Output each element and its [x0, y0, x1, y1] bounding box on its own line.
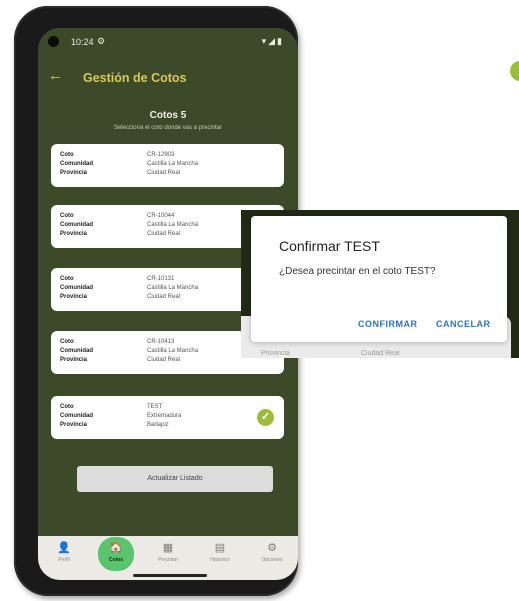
person-icon: 👤 — [57, 542, 71, 554]
comunidad-value: Castilla La Mancha — [147, 222, 199, 228]
nav-item-opciones[interactable]: ⚙ Opciones — [252, 536, 292, 563]
settings-notification-icon: ⚙ — [97, 36, 106, 46]
provincia-value: Ciudad Real — [147, 294, 181, 300]
comunidad-label: Comunidad — [60, 285, 93, 291]
history-icon: ▤ — [214, 542, 226, 554]
comunidad-value: Castilla La Mancha — [147, 161, 199, 167]
nav-item-perfil[interactable]: 👤 Perfil — [44, 536, 84, 563]
confirm-button[interactable]: CONFIRMAR — [358, 319, 418, 329]
nav-item-historico[interactable]: ▤ Historico — [200, 536, 240, 563]
dialog-overlay: Provincia Ciudad Real Confirmar TEST ¿De… — [241, 210, 519, 358]
coto-card-selected[interactable]: Coto TEST Comunidad Extremadura Provincia B… — [51, 396, 284, 439]
provincia-label: Provincia — [60, 170, 88, 176]
nav-label: Opciones — [261, 557, 283, 563]
nav-label: Cotos — [108, 557, 124, 563]
coto-value: CR-10044 — [147, 213, 175, 219]
provincia-label: Provincia — [60, 294, 88, 300]
gear-icon: ⚙ — [267, 542, 277, 554]
provincia-label: Provincia — [60, 231, 88, 237]
provincia-value: Ciudad Real — [147, 357, 181, 363]
coto-value: CR-10131 — [147, 276, 175, 282]
status-time: 10:24 — [71, 37, 94, 47]
app-title: Gestión de Cotos — [83, 71, 187, 85]
decorative-dot — [510, 61, 519, 81]
comunidad-value: Castilla La Mancha — [147, 348, 199, 354]
coto-label: Coto — [60, 213, 74, 219]
provincia-value: Ciudad Real — [147, 231, 181, 237]
confirm-dialog: Confirmar TEST ¿Desea precintar en el co… — [251, 216, 507, 342]
background-value: Ciudad Real — [361, 350, 400, 357]
comunidad-label: Comunidad — [60, 348, 93, 354]
app-bar: ← Gestión de Cotos — [38, 62, 298, 90]
provincia-value: Badajoz — [147, 422, 169, 428]
coto-label: Coto — [60, 404, 74, 410]
system-status-icons: ▾◢▮ — [261, 36, 284, 46]
section-subtitle: Selecciona el coto donde vas a precintar — [113, 125, 223, 131]
check-icon: ✓ — [257, 409, 274, 426]
home-indicator[interactable] — [133, 574, 207, 577]
dialog-title: Confirmar TEST — [279, 238, 380, 254]
nav-item-precintar[interactable]: ▦ Precintar — [148, 536, 188, 563]
back-arrow-icon[interactable]: ← — [48, 67, 63, 84]
coto-value: TEST — [147, 404, 163, 410]
comunidad-value: Extremadura — [147, 413, 182, 419]
section-title: Cotos 5 — [149, 110, 187, 121]
coto-label: Coto — [60, 339, 74, 345]
comunidad-label: Comunidad — [60, 222, 93, 228]
nav-label: Perfil — [58, 557, 70, 563]
provincia-label: Provincia — [60, 357, 88, 363]
provincia-value: Ciudad Real — [147, 170, 181, 176]
cancel-button[interactable]: CANCELAR — [436, 319, 491, 329]
nav-item-cotos[interactable]: 🏠 Cotos — [96, 536, 136, 571]
home-icon: 🏠 — [109, 542, 123, 554]
coto-value: CR-10413 — [147, 339, 175, 345]
coto-value: CR-12903 — [147, 152, 175, 158]
front-camera — [48, 36, 59, 47]
provincia-label: Provincia — [60, 422, 88, 428]
qr-icon: ▦ — [162, 542, 174, 554]
coto-label: Coto — [60, 276, 74, 282]
status-bar: 10:24 ⚙ ▾◢▮ — [38, 28, 298, 54]
comunidad-label: Comunidad — [60, 413, 93, 419]
coto-label: Coto — [60, 152, 74, 158]
nav-label: Precintar — [157, 557, 178, 563]
dialog-message: ¿Desea precintar en el coto TEST? — [279, 266, 436, 277]
nav-label: Historico — [210, 557, 230, 563]
comunidad-value: Castilla La Mancha — [147, 285, 199, 291]
coto-card[interactable]: Coto CR-12903 Comunidad Castilla La Mancha… — [51, 144, 284, 187]
comunidad-label: Comunidad — [60, 161, 93, 167]
background-label: Provincia — [261, 350, 290, 357]
refresh-list-button[interactable]: Actualizar Listado — [77, 466, 273, 492]
